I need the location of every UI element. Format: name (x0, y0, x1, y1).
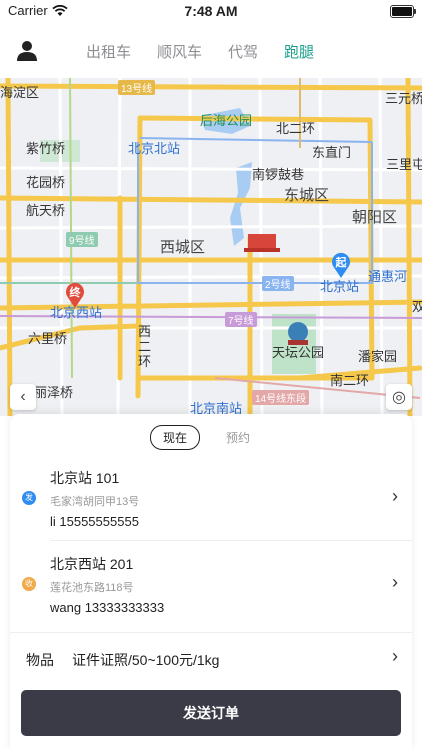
mode-schedule-button[interactable]: 预约 (214, 426, 262, 449)
pickup-chevron-icon: › (392, 486, 398, 506)
dropoff-address: 莲花池东路118号 (50, 582, 134, 594)
map-label-liuliqiao: 六里桥 (28, 331, 68, 346)
user-icon[interactable] (17, 40, 37, 62)
divider (10, 632, 412, 633)
map-label-huayuanqiao: 花园桥 (26, 175, 66, 190)
map-label-beijing-station: 北京站 (320, 279, 360, 294)
locate-icon[interactable]: ◎ (386, 384, 412, 410)
dropoff-row[interactable]: 收 北京西站 201 莲花池东路118号 wang 13333333333 › (10, 548, 412, 632)
pickup-address: 毛家湾胡同甲13号 (50, 496, 140, 508)
start-pin[interactable]: 起 (330, 252, 352, 278)
map-label-tiantan: 天坛公园 (272, 345, 325, 360)
pickup-title: 北京站 101 (50, 470, 120, 486)
divider (50, 540, 412, 541)
map-label-nanerhuan: 南二环 (330, 373, 370, 388)
top-nav: 出租车 顺风车 代驾 跑腿 (0, 24, 422, 78)
map-label-xicheng: 西城区 (160, 239, 206, 256)
time-mode-toggle: 现在 预约 (150, 425, 262, 450)
goods-chevron-icon: › (392, 646, 398, 666)
map-label-houhai: 后海公园 (200, 113, 253, 128)
map-label-beierhuan: 北二环 (276, 121, 316, 136)
pickup-contact: li 15555555555 (50, 514, 139, 529)
pickup-row[interactable]: 发 北京站 101 毛家湾胡同甲13号 li 15555555555 › (10, 462, 412, 542)
goods-value: 证件证照/50~100元/1kg (72, 652, 220, 668)
metro-tag-7: 7号线 (225, 312, 257, 327)
map-label-tonghuihe: 通惠河 (368, 269, 408, 284)
map-label-shuang: 双 (412, 299, 422, 314)
map-label-panjiayuan: 潘家园 (358, 349, 398, 364)
start-pin-label: 起 (335, 257, 347, 269)
metro-tag-13: 13号线 (118, 80, 156, 95)
pickup-badge: 发 (22, 491, 36, 505)
dropoff-badge: 收 (22, 577, 36, 591)
metro-tag-9: 9号线 (66, 232, 98, 247)
metro-tag-2: 2号线 (262, 276, 294, 291)
battery-icon (390, 5, 416, 18)
map-label-haidian: 海淀区 (0, 85, 40, 100)
status-time: 7:48 AM (184, 3, 238, 19)
tab-designated-driver[interactable]: 代驾 (228, 41, 258, 62)
map-label-xierhuan: 西二环 (138, 324, 152, 369)
end-pin[interactable]: 终 (64, 282, 86, 308)
metro-tag-14: 14号线东段 (252, 390, 310, 405)
map-label-dongcheng: 东城区 (284, 187, 330, 204)
status-bar: Carrier 7:48 AM (0, 0, 422, 22)
map-view[interactable]: 13号线 9号线 2号线 7号线 14号线东段 海淀区 后海公园 北京北站 北二… (0, 78, 422, 416)
tab-taxi[interactable]: 出租车 (86, 41, 131, 62)
map-label-chaoyang: 朝阳区 (352, 209, 398, 226)
tab-errand[interactable]: 跑腿 (284, 41, 314, 62)
end-pin-label: 终 (69, 287, 81, 299)
map-label-zizhuqiao: 紫竹桥 (26, 141, 66, 156)
mode-now-button[interactable]: 现在 (150, 425, 201, 450)
map-label-hangtianqiao: 航天桥 (26, 203, 66, 218)
map-label-dongzhimen: 东直门 (312, 145, 352, 160)
goods-label: 物品 (26, 652, 54, 668)
dropoff-contact: wang 13333333333 (50, 600, 165, 615)
tab-carpool[interactable]: 顺风车 (157, 41, 202, 62)
map-label-sanyuanqiao: 三元桥 (385, 91, 422, 106)
back-arrow-icon[interactable]: ‹ (10, 384, 36, 410)
map-label-lizeqiao: 丽泽桥 (34, 385, 74, 400)
dropoff-title: 北京西站 201 (50, 556, 134, 572)
map-label-sanlitun: 三里屯 (386, 157, 422, 172)
send-order-button[interactable]: 发送订单 (21, 690, 401, 736)
dropoff-chevron-icon: › (392, 572, 398, 592)
service-tabs: 出租车 顺风车 代驾 跑腿 (86, 41, 314, 62)
map-label-nanluoguxiang: 南锣鼓巷 (252, 167, 305, 182)
goods-row[interactable]: 物品 证件证照/50~100元/1kg › (10, 640, 412, 680)
map-label-beijing-north: 北京北站 (128, 141, 181, 156)
